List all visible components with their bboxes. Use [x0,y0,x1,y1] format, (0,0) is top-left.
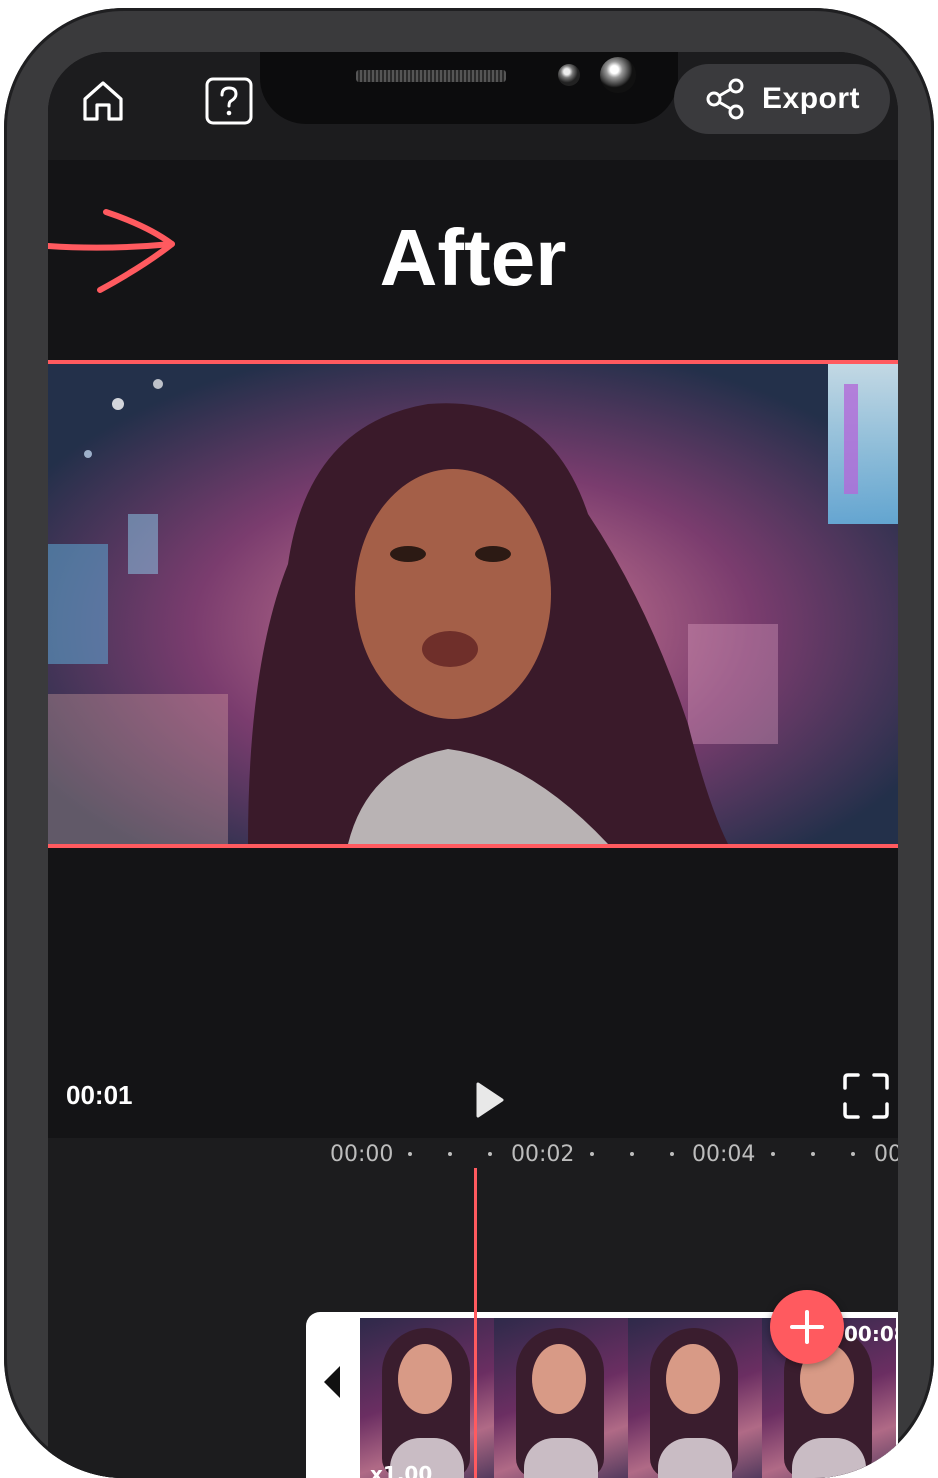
video-preview[interactable] [48,360,898,848]
current-time: 00:01 [66,1080,133,1110]
timeline-panel[interactable]: 00:00 00:02 00:04 00 x1.00 00:0 [48,1138,898,1478]
ruler-label: 00:00 [330,1142,394,1167]
device-notch [260,52,678,124]
ruler-dot [590,1152,594,1156]
plus-icon [790,1310,824,1344]
top-bar: Export [48,52,898,160]
chevron-left-icon [324,1366,340,1398]
video-frame-image [48,364,898,844]
ruler-dot [771,1152,775,1156]
help-icon [205,77,253,125]
fullscreen-icon [843,1073,889,1119]
sensor-icon [558,64,580,86]
time-ruler[interactable]: 00:00 00:02 00:04 00 [48,1138,898,1172]
export-button[interactable]: Export [674,64,890,134]
home-icon [83,81,123,121]
speaker-grille [356,70,506,82]
clip-speed: x1.00 [370,1462,433,1478]
playhead[interactable] [474,1168,477,1478]
share-icon [706,78,744,120]
ruler-dot [408,1152,412,1156]
app-screen: Export After 00:01 00:00 00:02 00:04 00 … [48,52,898,1478]
clip-trim-handle[interactable] [320,1362,344,1407]
page-title: After [379,213,567,302]
ruler-dot [630,1152,634,1156]
clip-duration: 00:08 [844,1322,898,1346]
play-icon [476,1082,504,1118]
camera-icon [600,57,636,93]
ruler-dot [448,1152,452,1156]
clip-thumbnail [494,1318,628,1478]
ruler-label: 00 [874,1142,898,1167]
clip-thumbnail [628,1318,762,1478]
add-clip-button[interactable] [770,1290,844,1364]
ruler-dot [488,1152,492,1156]
ruler-dot [811,1152,815,1156]
ruler-dot [851,1152,855,1156]
export-label: Export [762,82,861,115]
phone-frame: Export After 00:01 00:00 00:02 00:04 00 … [4,8,934,1478]
help-button[interactable] [202,74,256,128]
home-button[interactable] [74,72,132,130]
ruler-dot [670,1152,674,1156]
fullscreen-button[interactable] [838,1068,894,1124]
ruler-label: 00:02 [511,1142,575,1167]
ruler-label: 00:04 [692,1142,756,1167]
play-button[interactable] [460,1072,516,1128]
